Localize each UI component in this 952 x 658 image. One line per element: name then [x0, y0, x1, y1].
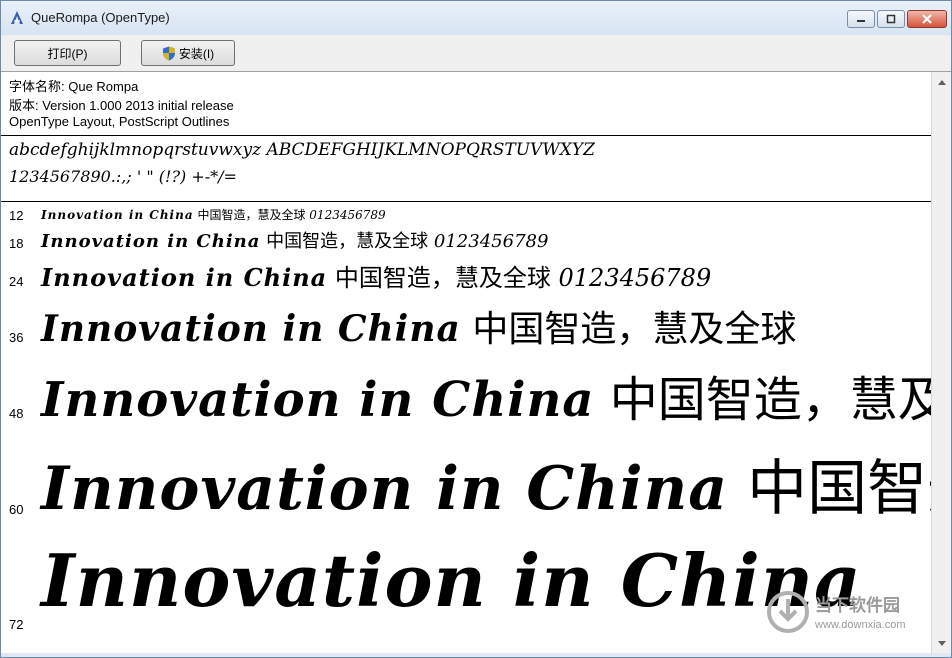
scroll-up-button[interactable]	[934, 74, 950, 90]
chevron-down-icon	[938, 640, 946, 646]
sample-latin: Innovation in China	[41, 308, 461, 350]
window-title: QueRompa (OpenType)	[31, 10, 170, 25]
divider	[1, 135, 931, 136]
close-icon	[922, 14, 932, 24]
sample-latin: Innovation in China	[41, 454, 729, 524]
size-label: 12	[9, 208, 24, 223]
sample-latin: Innovation in China	[41, 372, 595, 428]
maximize-icon	[886, 14, 896, 24]
sample-cjk: 中国智造，慧及全球	[197, 208, 306, 222]
sample-line-60: Innovation in China 中国智造，慧及全球	[41, 440, 931, 527]
size-label: 36	[9, 330, 24, 345]
sample-line-24: Innovation in China 中国智造，慧及全球 0123456789	[41, 258, 711, 293]
font-viewer-window: QueRompa (OpenType) 打印(P) 安装(I) 字体名称: Qu…	[0, 0, 952, 658]
font-preview-area[interactable]: 字体名称: Que Rompa 版本: Version 1.000 2013 i…	[1, 72, 931, 653]
font-name-text: 字体名称: Que Rompa	[9, 79, 139, 94]
minimize-icon	[857, 20, 865, 22]
watermark-url: www.downxia.com	[815, 619, 906, 631]
size-label: 72	[9, 617, 24, 632]
divider	[1, 201, 931, 202]
print-button[interactable]: 打印(P)	[14, 40, 121, 66]
uac-shield-icon	[162, 46, 175, 60]
install-button[interactable]: 安装(I)	[141, 40, 235, 66]
charset-letters: abcdefghijklmnopqrstuvwxyz ABCDEFGHIJKLM…	[9, 140, 595, 160]
sample-line-48: Innovation in China 中国智造，慧及全球	[41, 360, 931, 430]
watermark-logo-icon	[767, 591, 809, 633]
size-label: 60	[9, 502, 24, 517]
font-version-text: 版本: Version 1.000 2013 initial release	[9, 98, 234, 113]
sample-cjk: 中国智造，慧及全球	[266, 231, 429, 252]
sample-line-36: Innovation in China 中国智造，慧及全球	[41, 300, 796, 352]
sample-latin: Innovation in China	[41, 208, 194, 222]
chevron-up-icon	[938, 79, 946, 85]
sample-cjk: 中国智造，慧及全球	[334, 264, 551, 292]
watermark-brand: 当下软件园	[815, 596, 900, 616]
print-button-label: 打印(P)	[47, 46, 88, 61]
sample-line-18: Innovation in China 中国智造，慧及全球 0123456789	[41, 227, 548, 253]
vertical-scrollbar[interactable]	[931, 72, 951, 653]
minimize-button[interactable]	[847, 10, 875, 28]
sample-latin: Innovation in China	[41, 231, 261, 252]
sample-line-72: Innovation in China	[41, 538, 862, 623]
sample-digits: 0123456789	[309, 208, 386, 222]
toolbar: 打印(P) 安装(I)	[1, 35, 951, 72]
size-label: 48	[9, 406, 24, 421]
sample-latin: Innovation in China	[41, 538, 862, 623]
sample-line-12: Innovation in China 中国智造，慧及全球 0123456789	[41, 206, 386, 223]
charset-digits-symbols: 1234567890.:,; ' " (!?) +-*/=	[9, 167, 237, 186]
close-button[interactable]	[907, 10, 947, 28]
sample-latin: Innovation in China	[41, 263, 328, 292]
sample-cjk: 中国智造，慧及全球	[609, 372, 931, 428]
title-bar[interactable]: QueRompa (OpenType)	[1, 1, 951, 35]
scroll-down-button[interactable]	[934, 635, 950, 651]
maximize-button[interactable]	[877, 10, 905, 28]
sample-digits: 0123456789	[558, 264, 712, 292]
install-button-label: 安装(I)	[178, 46, 215, 61]
size-label: 24	[9, 274, 24, 289]
sample-digits: 0123456789	[433, 231, 549, 252]
size-label: 18	[9, 236, 24, 251]
sample-cjk: 中国智造，慧及全球	[472, 309, 797, 350]
sample-cjk: 中国智造，慧及全球	[747, 454, 931, 524]
watermark: 当下软件园 www.downxia.com	[761, 587, 931, 645]
font-file-icon	[11, 11, 23, 24]
font-format-text: OpenType Layout, PostScript Outlines	[9, 114, 230, 129]
